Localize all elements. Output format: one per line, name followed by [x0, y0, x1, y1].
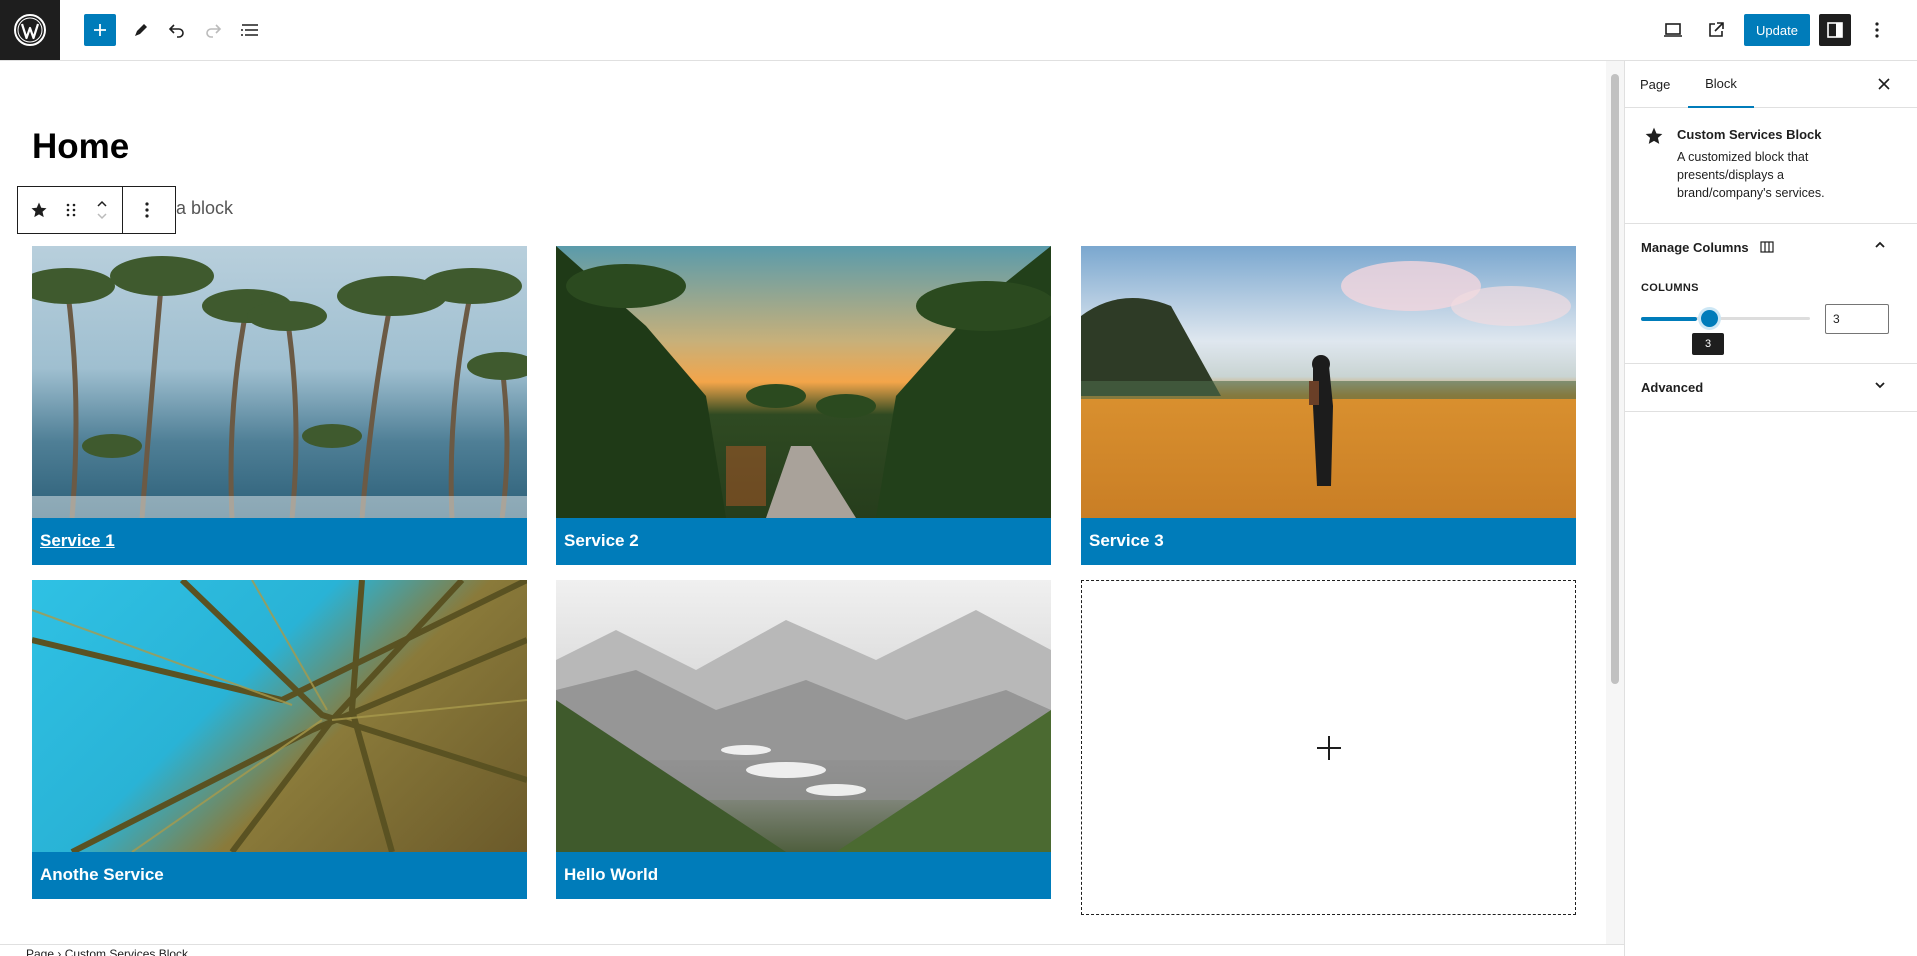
drag-handle-icon[interactable]: [60, 187, 82, 233]
close-icon[interactable]: [1871, 71, 1897, 97]
service-image-wheat-field[interactable]: [1081, 246, 1576, 518]
breadcrumb[interactable]: Page › Custom Services Block: [26, 947, 188, 956]
service-card[interactable]: Service 3: [1081, 246, 1576, 565]
page-title[interactable]: Home: [32, 127, 129, 167]
star-icon: [1644, 126, 1664, 151]
update-button[interactable]: Update: [1744, 14, 1810, 46]
preview-desktop-icon[interactable]: [1656, 13, 1690, 47]
editor-canvas: Home a block Service 1 Service 2 Service…: [0, 61, 1606, 944]
chevron-up-icon[interactable]: [1873, 238, 1887, 257]
options-kebab-icon[interactable]: [1860, 13, 1894, 47]
columns-number-input[interactable]: [1825, 304, 1889, 334]
service-card[interactable]: Anothe Service: [32, 580, 527, 899]
move-up-down-icon[interactable]: [82, 187, 122, 233]
add-block-button[interactable]: [84, 14, 116, 46]
service-card[interactable]: Service 1: [32, 246, 527, 565]
block-card-title: Custom Services Block: [1677, 127, 1822, 142]
columns-icon: [1760, 241, 1774, 253]
chevron-down-icon[interactable]: [1873, 378, 1887, 397]
scroll-thumb[interactable]: [1611, 74, 1619, 684]
tab-page[interactable]: Page: [1640, 61, 1670, 108]
block-type-star-icon[interactable]: [18, 187, 60, 233]
sidebar-tabs: Page Block: [1625, 61, 1917, 108]
block-card-description: A customized block that presents/display…: [1677, 150, 1825, 200]
canvas-scrollbar[interactable]: [1606, 61, 1624, 944]
redo-icon[interactable]: [196, 13, 230, 47]
advanced-panel[interactable]: Advanced: [1625, 364, 1917, 412]
service-caption[interactable]: Anothe Service: [32, 852, 527, 899]
edit-tools-pencil-icon[interactable]: [124, 13, 158, 47]
block-placeholder-text[interactable]: a block: [176, 198, 233, 219]
columns-range-fill: [1641, 317, 1697, 321]
editor-app: Update Home a block Service 1 Service 2 …: [0, 0, 1917, 956]
undo-icon[interactable]: [160, 13, 194, 47]
add-service-appender[interactable]: [1081, 580, 1576, 915]
service-card[interactable]: Service 2: [556, 246, 1051, 565]
advanced-title[interactable]: Advanced: [1641, 380, 1703, 395]
columns-label: COLUMNS: [1641, 282, 1699, 294]
manage-columns-title: Manage Columns: [1641, 240, 1749, 255]
service-caption[interactable]: Service 2: [556, 518, 1051, 565]
service-caption[interactable]: Service 1: [32, 518, 527, 565]
service-image-palm-canopy[interactable]: [32, 580, 527, 852]
wordpress-logo-icon[interactable]: [0, 0, 60, 60]
columns-range-thumb[interactable]: [1701, 310, 1718, 327]
settings-sidebar: Page Block Custom Services Block A custo…: [1624, 61, 1917, 956]
settings-sidebar-toggle-icon[interactable]: [1819, 14, 1851, 46]
service-card[interactable]: Hello World: [556, 580, 1051, 899]
columns-range-tooltip: 3: [1692, 333, 1724, 355]
block-options-kebab-icon[interactable]: [123, 187, 171, 233]
service-image-palm-beach[interactable]: [32, 246, 527, 518]
document-overview-icon[interactable]: [233, 13, 267, 47]
block-toolbar: [17, 186, 176, 234]
manage-columns-panel: Manage Columns COLUMNS 3: [1625, 224, 1917, 364]
plus-icon: [1316, 735, 1341, 760]
panel-title[interactable]: Manage Columns: [1641, 240, 1774, 255]
view-page-external-icon[interactable]: [1699, 13, 1733, 47]
tab-block[interactable]: Block: [1688, 61, 1754, 108]
service-caption[interactable]: Hello World: [556, 852, 1051, 899]
block-card: Custom Services Block A customized block…: [1625, 108, 1917, 224]
top-toolbar: Update: [0, 0, 1917, 61]
service-image-mountains[interactable]: [556, 580, 1051, 852]
service-caption[interactable]: Service 3: [1081, 518, 1576, 565]
service-image-jungle-road[interactable]: [556, 246, 1051, 518]
breadcrumb-bar: Page › Custom Services Block: [0, 944, 1624, 956]
